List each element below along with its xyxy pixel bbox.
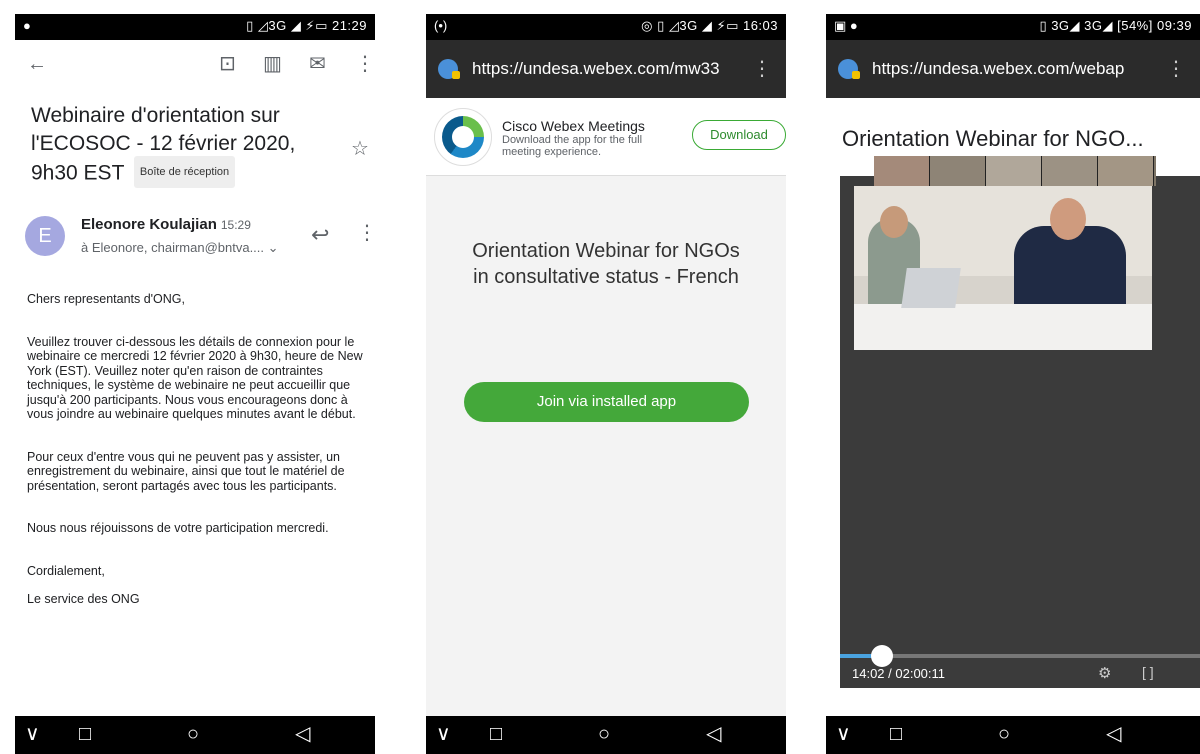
participant-thumbnails [874,156,1156,186]
body-paragraph: Nous nous réjouissons de votre participa… [27,521,329,535]
body-greeting: Chers representants d'ONG, [27,292,186,306]
nav-down-icon[interactable]: ∨ [25,723,40,745]
webex-join-screen: (•) ◎ ▯ ◿3G ◢ ⚡▭ 16:03 https://undesa.we… [426,14,786,754]
participant-thumb [874,156,930,186]
body-paragraph: Pour ceux d'entre vous qui ne peuvent pa… [27,449,345,493]
sender-line: Eleonore Koulajian 15:29 [81,216,251,233]
participant-thumb [930,156,986,186]
email-toolbar: ← ⊡ ▥ ✉ ⋮ [15,40,375,90]
nav-home-icon[interactable]: ○ [187,723,199,745]
meeting-panel: Orientation Webinar for NGOs in consulta… [426,176,786,716]
logo-center [452,126,474,148]
status-indicators: ◎ ▯ ◿3G ◢ ⚡▭ 16:03 [641,18,778,33]
sender-name: Eleonore Koulajian [81,216,217,233]
participant-thumb [986,156,1042,186]
nav-recent-icon[interactable]: □ [490,723,502,745]
nav-back-icon[interactable]: ◁ [1106,723,1121,745]
notification-icons: ▣ ● [834,18,858,33]
notification-icon: ● [23,18,31,33]
sender-avatar[interactable]: E [25,216,65,256]
archive-icon[interactable]: ⊡ [219,54,236,74]
system-nav-bar: ∨ □ ○ ◁ [826,716,1200,754]
nav-home-icon[interactable]: ○ [998,723,1010,745]
hotspot-icon: (•) [434,18,448,33]
laptop [901,268,961,308]
inbox-label-badge[interactable]: Boîte de réception [133,156,236,188]
message-more-icon[interactable]: ⋮ [357,220,375,245]
status-bar: ● ▯ ◿3G ◢ ⚡▭ 21:29 [15,14,375,40]
app-description: Download the app for the full meeting ex… [502,134,643,158]
browser-url-bar[interactable]: https://undesa.webex.com/webap ⋮ [826,40,1200,98]
nav-back-icon[interactable]: ◁ [706,723,721,745]
settings-gear-icon[interactable]: ⚙ [1098,664,1111,682]
status-indicators: ▯ 3G◢ 3G◢ [54%] 09:39 [1039,18,1192,33]
star-icon[interactable]: ☆ [351,136,369,161]
meeting-title: Orientation Webinar for NGOs in consulta… [472,240,740,288]
recording-title: Orientation Webinar for NGO... [842,126,1144,151]
recording-screen: ▣ ● ▯ 3G◢ 3G◢ [54%] 09:39 https://undesa… [826,14,1200,754]
system-nav-bar: ∨ □ ○ ◁ [426,716,786,754]
download-button[interactable]: Download [692,120,786,150]
status-indicators: ▯ ◿3G ◢ ⚡▭ 21:29 [246,18,367,33]
nav-recent-icon[interactable]: □ [79,723,91,745]
lock-icon [852,71,860,79]
browser-url-bar[interactable]: https://undesa.webex.com/mw33 ⋮ [426,40,786,98]
delete-icon[interactable]: ▥ [263,54,282,74]
nav-recent-icon[interactable]: □ [890,723,902,745]
url-text[interactable]: https://undesa.webex.com/mw33 [472,59,720,79]
email-subject: Webinaire d'orientation sur l'ECOSOC - 1… [31,102,321,190]
system-nav-bar: ∨ □ ○ ◁ [15,716,375,754]
status-bar: ▣ ● ▯ 3G◢ 3G◢ [54%] 09:39 [826,14,1200,40]
body-signature: Le service des ONG [27,592,140,606]
app-name: Cisco Webex Meetings [502,118,645,134]
reply-icon[interactable]: ↩ [311,222,329,248]
nav-down-icon[interactable]: ∨ [836,723,851,745]
playback-time: 14:02 / 02:00:11 [852,666,946,681]
nav-back-icon[interactable]: ◁ [295,723,310,745]
url-text[interactable]: https://undesa.webex.com/webap [872,59,1124,79]
participant-head [1050,198,1086,240]
webex-logo-icon [434,108,492,166]
recipients-toggle[interactable]: à Eleonore, chairman@bntva.... ⌄ [81,240,279,256]
video-frame [854,186,1152,350]
email-time: 15:29 [220,218,251,232]
fullscreen-icon[interactable]: [ ] [1142,664,1154,680]
browser-menu-icon[interactable]: ⋮ [752,56,772,81]
back-arrow-icon[interactable]: ← [27,54,47,74]
lock-icon [452,71,460,79]
mark-unread-icon[interactable]: ✉ [309,54,326,74]
status-bar: (•) ◎ ▯ ◿3G ◢ ⚡▭ 16:03 [426,14,786,40]
body-closing: Cordialement, [27,563,105,578]
meeting-table [854,304,1152,350]
participant-thumb [1042,156,1098,186]
more-options-icon[interactable]: ⋮ [355,54,375,74]
participant-head [880,206,908,238]
chevron-down-icon: ⌄ [267,240,279,255]
nav-home-icon[interactable]: ○ [598,723,610,745]
app-banner: Cisco Webex Meetings Download the app fo… [426,98,786,176]
body-paragraph: Veuillez trouver ci-dessous les détails … [27,334,363,422]
email-screen: ● ▯ ◿3G ◢ ⚡▭ 21:29 ← ⊡ ▥ ✉ ⋮ Webinaire d… [15,14,375,754]
browser-menu-icon[interactable]: ⋮ [1166,56,1186,81]
email-body: Chers representants d'ONG, Veuillez trou… [27,292,372,635]
recipients-text: à Eleonore, chairman@bntva.... [81,240,265,255]
join-app-button[interactable]: Join via installed app [464,382,749,422]
participant-thumb [1098,156,1154,186]
seek-bar[interactable] [840,645,1200,667]
nav-down-icon[interactable]: ∨ [436,723,451,745]
seek-handle[interactable] [871,645,894,667]
